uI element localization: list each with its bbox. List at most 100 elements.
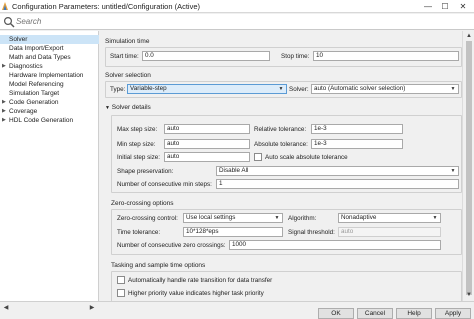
auto-rate-transition-label: Automatically handle rate transition for… <box>128 277 273 284</box>
zero-crossing-control-value: Use local settings <box>186 214 236 221</box>
solver-type-dropdown[interactable]: Variable-step ▼ <box>127 84 287 94</box>
scroll-thumb[interactable] <box>466 41 472 295</box>
expand-arrow-icon[interactable]: ▶ <box>2 98 6 107</box>
auto-scale-tolerance-checkbox[interactable] <box>254 153 262 161</box>
scroll-left-icon[interactable]: ◀ <box>2 304 10 312</box>
consecutive-min-steps-label: Number of consecutive min steps: <box>117 181 212 188</box>
solver-settings-pane: Simulation time Start time: 0.0 Stop tim… <box>101 31 462 301</box>
algorithm-dropdown[interactable]: Nonadaptive ▼ <box>338 213 441 223</box>
scroll-right-icon[interactable]: ▶ <box>88 304 96 312</box>
scroll-down-icon[interactable]: ▼ <box>465 291 473 299</box>
min-step-size-label: Min step size: <box>117 141 156 148</box>
sidebar-item-label: Simulation Target <box>9 90 60 97</box>
relative-tolerance-field[interactable]: 1e-3 <box>311 124 403 134</box>
chevron-down-icon: ▼ <box>278 86 284 92</box>
chevron-down-icon: ▼ <box>450 86 456 92</box>
start-time-field[interactable]: 0.0 <box>142 51 270 61</box>
help-button[interactable]: Help <box>396 308 432 319</box>
solver-type-label: Type: <box>110 86 126 93</box>
stop-time-field[interactable]: 10 <box>313 51 459 61</box>
search-icon <box>3 16 15 28</box>
min-step-size-field[interactable]: auto <box>164 139 250 149</box>
cancel-button[interactable]: Cancel <box>357 308 393 319</box>
sidebar-item-code-generation[interactable]: ▶ Code Generation <box>0 98 99 107</box>
relative-tolerance-label: Relative tolerance: <box>254 126 307 133</box>
category-tree: Solver Data Import/Export Math and Data … <box>0 31 99 301</box>
start-time-label: Start time: <box>110 53 139 60</box>
chevron-down-icon: ▼ <box>450 168 456 174</box>
shape-preservation-value: Disable All <box>219 167 249 174</box>
initial-step-size-field[interactable]: auto <box>164 152 250 162</box>
time-tolerance-label: Time tolerance: <box>117 229 161 236</box>
close-icon[interactable]: ✕ <box>456 1 470 12</box>
expand-arrow-icon[interactable]: ▶ <box>2 116 6 125</box>
sidebar-horizontal-scrollbar[interactable]: ◀ ▶ <box>0 303 100 313</box>
consecutive-zero-crossings-label: Number of consecutive zero crossings: <box>117 242 226 249</box>
expand-arrow-icon[interactable]: ▶ <box>2 107 6 116</box>
sidebar-item-coverage[interactable]: ▶ Coverage <box>0 107 99 116</box>
solver-dropdown[interactable]: auto (Automatic solver selection) ▼ <box>311 84 459 94</box>
solver-details-toggle[interactable]: ▼ Solver details <box>105 104 151 111</box>
solver-details-heading: Solver details <box>111 104 151 111</box>
sidebar-item-label: Coverage <box>9 108 38 115</box>
chevron-down-icon: ▼ <box>432 215 438 221</box>
apply-button[interactable]: Apply <box>435 308 471 319</box>
sidebar-item-label: Hardware Implementation <box>9 72 84 79</box>
search-bar <box>0 14 474 30</box>
sidebar-item-model-referencing[interactable]: Model Referencing <box>0 80 99 89</box>
shape-preservation-dropdown[interactable]: Disable All ▼ <box>216 166 459 176</box>
time-tolerance-field[interactable]: 10*128*eps <box>183 227 283 237</box>
sidebar-item-solver[interactable]: Solver <box>0 35 99 44</box>
sidebar-item-label: Math and Data Types <box>9 54 71 61</box>
algorithm-label: Algorithm: <box>288 215 317 222</box>
sidebar-item-label: Diagnostics <box>9 63 43 70</box>
search-input[interactable] <box>16 15 456 28</box>
consecutive-min-steps-field[interactable]: 1 <box>216 179 459 189</box>
shape-preservation-label: Shape preservation: <box>117 168 174 175</box>
sidebar-item-label: Data Import/Export <box>9 45 64 52</box>
sidebar-item-hardware-implementation[interactable]: Hardware Implementation <box>0 71 99 80</box>
solver-value: auto (Automatic solver selection) <box>314 85 406 92</box>
sidebar-item-label: Code Generation <box>9 99 59 106</box>
zero-crossing-heading: Zero-crossing options <box>111 200 174 207</box>
algorithm-value: Nonadaptive <box>341 214 377 221</box>
simulation-time-heading: Simulation time <box>105 38 150 45</box>
signal-threshold-field: auto <box>338 227 441 237</box>
chevron-down-icon: ▼ <box>274 215 280 221</box>
zero-crossing-control-dropdown[interactable]: Use local settings ▼ <box>183 213 283 223</box>
solver-type-value: Variable-step <box>130 85 167 92</box>
sidebar-item-simulation-target[interactable]: Simulation Target <box>0 89 99 98</box>
sidebar-item-label: Model Referencing <box>9 81 64 88</box>
absolute-tolerance-field[interactable]: 1e-3 <box>311 139 403 149</box>
sidebar-item-math-and-data-types[interactable]: Math and Data Types <box>0 53 99 62</box>
higher-priority-label: Higher priority value indicates higher t… <box>128 290 264 297</box>
collapse-arrow-icon: ▼ <box>105 105 110 111</box>
solver-selection-heading: Solver selection <box>105 72 151 79</box>
max-step-size-label: Max step size: <box>117 126 158 133</box>
auto-scale-tolerance-label: Auto scale absolute tolerance <box>265 154 348 161</box>
simulink-app-icon <box>2 2 8 10</box>
zero-crossing-control-label: Zero-crossing control: <box>117 215 178 222</box>
maximize-icon[interactable]: ☐ <box>438 1 452 12</box>
window-title: Configuration Parameters: untitled/Confi… <box>12 2 201 11</box>
sidebar-item-hdl-code-generation[interactable]: ▶ HDL Code Generation <box>0 116 99 125</box>
sidebar-item-data-import-export[interactable]: Data Import/Export <box>0 44 99 53</box>
max-step-size-field[interactable]: auto <box>164 124 250 134</box>
sidebar-item-diagnostics[interactable]: ▶ Diagnostics <box>0 62 99 71</box>
auto-rate-transition-checkbox[interactable] <box>117 276 125 284</box>
consecutive-zero-crossings-field[interactable]: 1000 <box>229 240 441 250</box>
absolute-tolerance-label: Absolute tolerance: <box>254 141 308 148</box>
ok-button[interactable]: OK <box>318 308 354 319</box>
signal-threshold-label: Signal threshold: <box>288 229 335 236</box>
higher-priority-checkbox[interactable] <box>117 289 125 297</box>
vertical-scrollbar[interactable]: ▲ ▼ <box>462 31 474 301</box>
stop-time-label: Stop time: <box>281 53 310 60</box>
scroll-up-icon[interactable]: ▲ <box>465 32 473 40</box>
sidebar-item-label: Solver <box>9 36 28 43</box>
sidebar-item-label: HDL Code Generation <box>9 117 74 124</box>
solver-label: Solver: <box>289 86 309 93</box>
title-bar: Configuration Parameters: untitled/Confi… <box>0 0 474 13</box>
tasking-heading: Tasking and sample time options <box>111 262 206 269</box>
expand-arrow-icon[interactable]: ▶ <box>2 62 6 71</box>
minimize-icon[interactable]: — <box>421 1 435 12</box>
